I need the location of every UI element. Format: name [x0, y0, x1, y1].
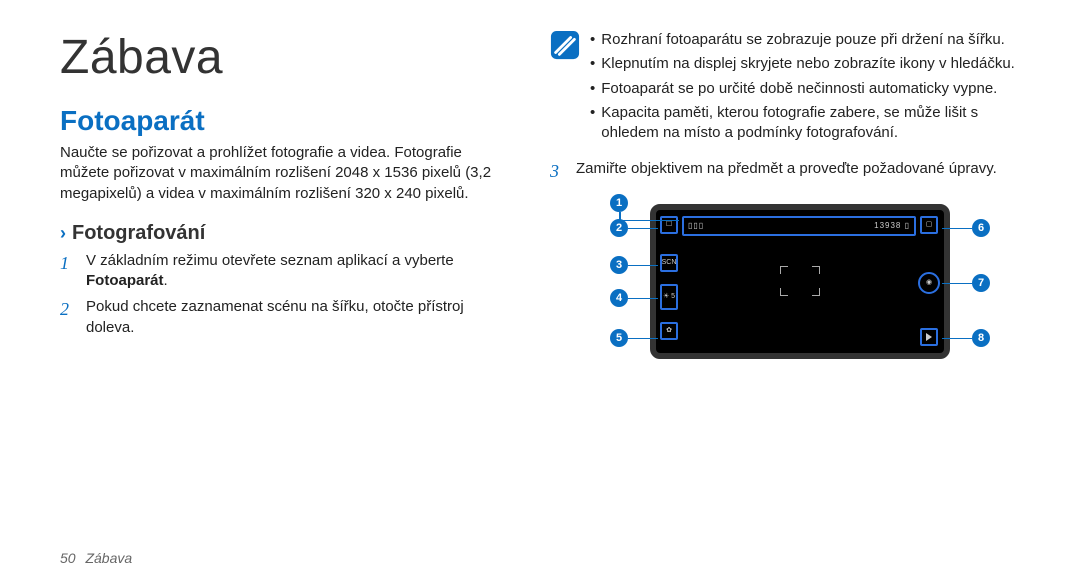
- step-2: 2 Pokud chcete zaznamenat scénu na šířku…: [60, 297, 510, 338]
- callout-2: 2: [610, 219, 628, 237]
- step-1-text-c: .: [164, 272, 168, 289]
- scene-mode-icon: SCN: [660, 254, 678, 272]
- step-number: 2: [60, 297, 76, 338]
- note-1: Rozhraní fotoaparátu se zobrazuje pouze …: [601, 30, 1005, 50]
- shutter-icon: ◉: [918, 272, 940, 294]
- note-box: Rozhraní fotoaparátu se zobrazuje pouze …: [550, 30, 1020, 147]
- step-number: 3: [550, 159, 566, 183]
- section-heading: Fotoaparát: [60, 105, 510, 137]
- step-3: 3 Zamiřte objektivem na předmět a proveď…: [550, 159, 1020, 183]
- step-3-text: Zamiřte objektivem na předmět a proveďte…: [576, 159, 997, 183]
- settings-gear-icon: ✿: [660, 322, 678, 340]
- camera-topbar: ▯▯▯ 13938 ▯: [682, 216, 916, 236]
- callout-1: 1: [610, 194, 628, 212]
- callout-5: 5: [610, 329, 628, 347]
- camera-screen: ▯▯▯ 13938 ▯ ☐ SCN ☀ 5 ✿ ▢ ◉: [650, 204, 950, 359]
- note-icon: [550, 30, 580, 60]
- intro-text: Naučte se pořizovat a prohlížet fotograf…: [60, 143, 510, 204]
- page-number: 50: [60, 550, 76, 566]
- step-number: 1: [60, 251, 76, 292]
- note-3: Fotoaparát se po určité době nečinnosti …: [601, 79, 997, 99]
- gallery-thumb-icon: ▢: [920, 216, 938, 234]
- subsection-heading: Fotografování: [72, 222, 205, 245]
- focus-brackets-icon: [780, 266, 820, 296]
- page-title: Zábava: [60, 30, 510, 85]
- exposure-icon: ☀ 5: [660, 284, 678, 310]
- callout-3: 3: [610, 256, 628, 274]
- footer-label: Zábava: [85, 550, 132, 566]
- callout-7: 7: [972, 274, 990, 292]
- step-1-text-a: V základním režimu otevřete seznam aplik…: [86, 252, 454, 269]
- note-2: Klepnutím na displej skryjete nebo zobra…: [601, 54, 1015, 74]
- callout-4: 4: [610, 289, 628, 307]
- chevron-right-icon: ›: [60, 223, 66, 244]
- play-video-icon: [920, 328, 938, 346]
- note-4: Kapacita paměti, kterou fotografie zaber…: [601, 103, 1020, 144]
- topbar-right: 13938 ▯: [874, 221, 910, 230]
- topbar-left: ▯▯▯: [688, 221, 704, 230]
- step-1: 1 V základním režimu otevřete seznam apl…: [60, 251, 510, 292]
- camera-diagram: ▯▯▯ 13938 ▯ ☐ SCN ☀ 5 ✿ ▢ ◉: [580, 194, 1020, 374]
- page-footer: 50 Zábava: [60, 550, 132, 566]
- callout-8: 8: [972, 329, 990, 347]
- switch-camera-icon: ☐: [660, 216, 678, 234]
- step-1-bold: Fotoaparát: [86, 272, 164, 289]
- step-2-text: Pokud chcete zaznamenat scénu na šířku, …: [86, 297, 510, 338]
- callout-6: 6: [972, 219, 990, 237]
